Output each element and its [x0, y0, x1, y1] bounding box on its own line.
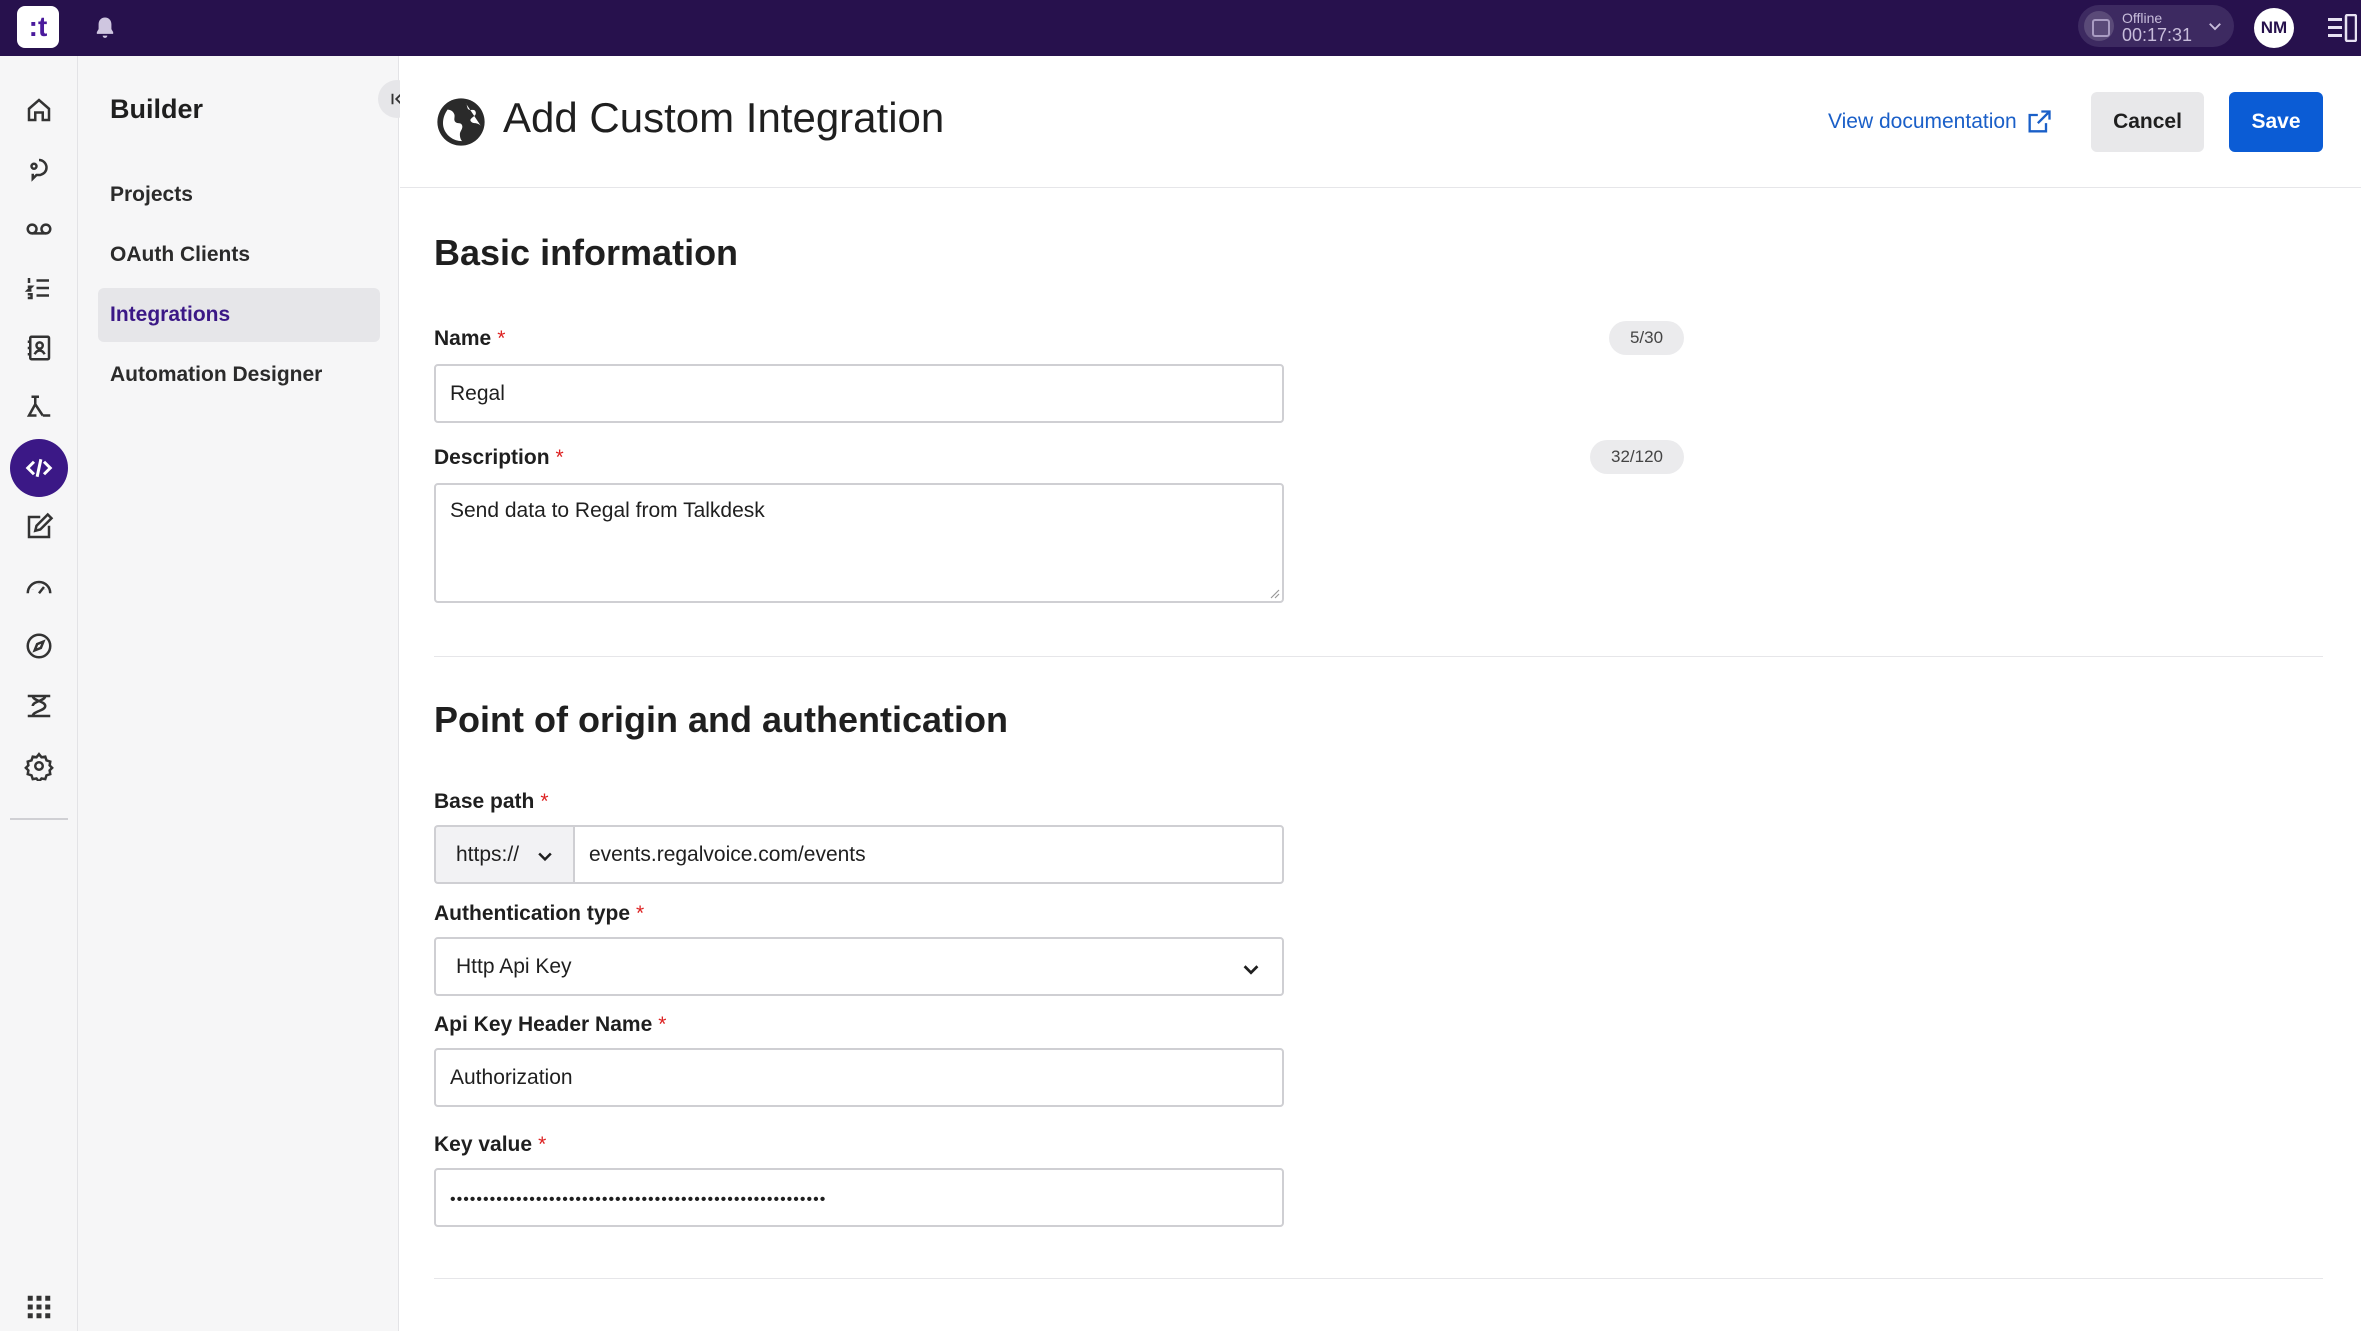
view-documentation-label: View documentation — [1828, 110, 2017, 133]
bell-icon[interactable] — [91, 14, 119, 42]
required-marker: * — [497, 327, 506, 350]
status-label: Offline — [2122, 10, 2163, 26]
origin-authentication-heading: Point of origin and authentication — [434, 699, 1008, 740]
talkdesk-logo[interactable]: :t — [17, 6, 59, 48]
flows-icon[interactable] — [20, 389, 58, 427]
section-divider — [434, 1278, 2323, 1279]
sidebar-title: Builder — [110, 94, 204, 124]
description-character-counter: 32/120 — [1590, 440, 1684, 474]
side-panel-icon[interactable] — [2327, 14, 2357, 42]
chevron-down-icon — [538, 852, 552, 862]
api-key-header-name-label-text: Api Key Header Name — [434, 1013, 653, 1036]
description-label: Description * — [434, 446, 564, 470]
key-value-password-input[interactable]: ••••••••••••••••••••••••••••••••••••••••… — [434, 1168, 1284, 1227]
page-header: Add Custom Integration View documentatio… — [400, 56, 2361, 188]
top-bar: :t Offline 00:17:31 NM — [0, 0, 2361, 56]
key-value-label-text: Key value — [434, 1133, 533, 1156]
resize-grip-icon[interactable] — [1268, 587, 1280, 599]
required-marker: * — [636, 902, 645, 925]
description-textarea[interactable]: Send data to Regal from Talkdesk — [434, 483, 1284, 603]
main-content: Add Custom Integration View documentatio… — [400, 56, 2361, 1331]
required-marker: * — [540, 790, 549, 813]
home-icon[interactable] — [20, 91, 58, 129]
rail-divider — [10, 818, 68, 820]
dashboard-gauge-icon[interactable] — [20, 568, 58, 606]
api-key-header-name-input[interactable]: Authorization — [434, 1048, 1284, 1107]
contacts-icon[interactable] — [20, 329, 58, 367]
authentication-type-label: Authentication type * — [434, 902, 644, 926]
agent-status-selector[interactable]: Offline 00:17:31 — [2078, 5, 2234, 47]
section-divider — [434, 656, 2323, 657]
sidebar-item-integrations[interactable]: Integrations — [98, 288, 380, 342]
sidebar-item-projects[interactable]: Projects — [98, 168, 380, 222]
api-key-header-name-label: Api Key Header Name * — [434, 1013, 666, 1037]
explore-compass-icon[interactable] — [20, 627, 58, 665]
status-stop-icon — [2084, 11, 2114, 41]
edit-note-icon[interactable] — [20, 508, 58, 546]
base-path-label: Base path * — [434, 790, 549, 814]
chevron-down-icon — [2209, 23, 2221, 31]
cancel-button[interactable]: Cancel — [2091, 92, 2204, 152]
authentication-type-value: Http Api Key — [456, 955, 572, 978]
sidebar-item-oauth-clients[interactable]: OAuth Clients — [98, 228, 380, 282]
base-path-input[interactable]: events.regalvoice.com/events — [573, 825, 1284, 884]
name-input[interactable]: Regal — [434, 364, 1284, 423]
name-character-counter: 5/30 — [1609, 321, 1684, 355]
protocol-value: https:// — [456, 843, 520, 866]
chevron-down-icon — [1243, 965, 1259, 975]
status-timer: 00:17:31 — [2122, 25, 2193, 45]
globe-icon — [437, 98, 485, 146]
required-marker: * — [658, 1013, 667, 1036]
save-button[interactable]: Save — [2229, 92, 2323, 152]
apps-grid-icon[interactable] — [20, 1288, 58, 1326]
sidebar-item-automation-designer[interactable]: Automation Designer — [98, 348, 380, 402]
conversations-icon[interactable] — [20, 151, 58, 189]
view-documentation-link[interactable]: View documentation — [1828, 108, 2053, 136]
basic-information-heading: Basic information — [434, 232, 739, 273]
base-path-label-text: Base path — [434, 790, 535, 813]
key-value-label: Key value * — [434, 1133, 546, 1157]
app-rail — [0, 56, 78, 1331]
required-marker: * — [538, 1133, 547, 1156]
builder-code-icon[interactable] — [10, 439, 68, 497]
numbered-list-icon[interactable] — [20, 269, 58, 307]
description-text: Send data to Regal from Talkdesk — [450, 499, 765, 522]
voicemail-icon[interactable] — [20, 210, 58, 248]
builder-sidebar: Builder Projects OAuth Clients Integrati… — [78, 56, 416, 1331]
description-label-text: Description — [434, 446, 550, 469]
page-title: Add Custom Integration — [503, 94, 945, 141]
authentication-type-select[interactable]: Http Api Key — [434, 937, 1284, 996]
name-label: Name * — [434, 327, 505, 351]
authentication-type-label-text: Authentication type — [434, 902, 631, 925]
required-marker: * — [555, 446, 564, 469]
name-label-text: Name — [434, 327, 492, 350]
masked-key-value: ••••••••••••••••••••••••••••••••••••••••… — [450, 1191, 827, 1208]
workforce-icon[interactable] — [20, 687, 58, 725]
protocol-select[interactable]: https:// — [434, 825, 573, 884]
avatar[interactable]: NM — [2254, 8, 2294, 48]
gear-icon[interactable] — [20, 747, 58, 785]
external-link-icon — [2028, 110, 2051, 133]
